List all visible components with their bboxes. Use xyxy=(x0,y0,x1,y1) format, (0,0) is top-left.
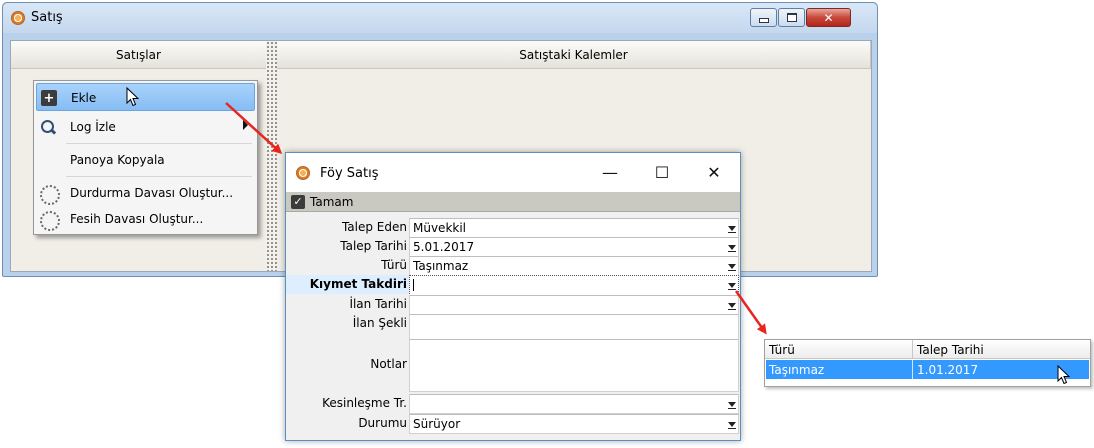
arrow-ekle-to-dialog xyxy=(225,102,283,155)
annotation-arrows xyxy=(225,102,767,335)
arrow-dropdown-to-popup xyxy=(734,290,767,335)
